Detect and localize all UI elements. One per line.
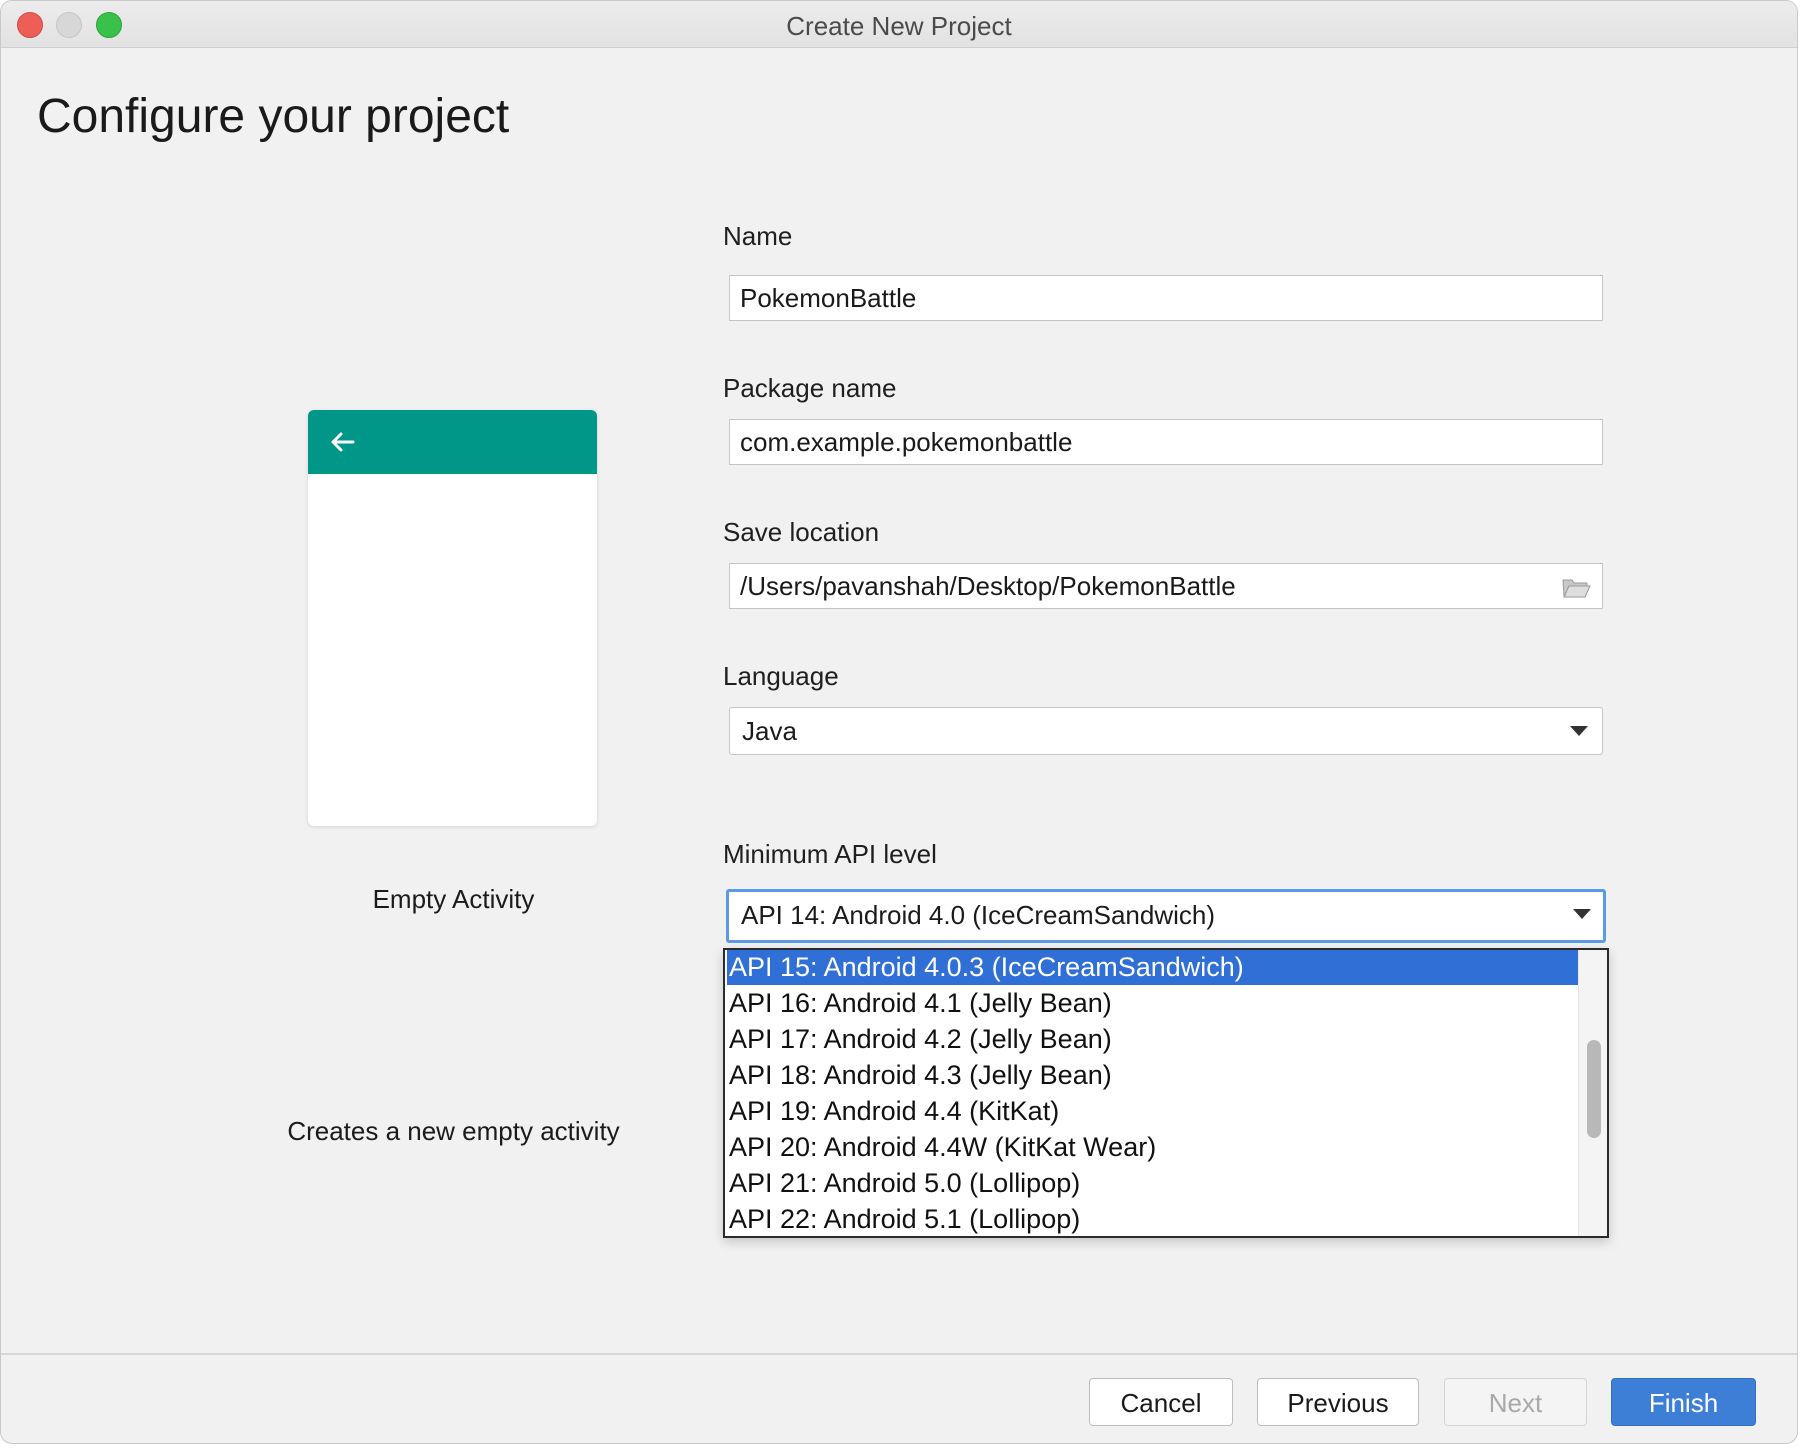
chevron-down-icon [1573, 909, 1591, 919]
dropdown-scrollbar[interactable] [1578, 950, 1607, 1236]
language-label: Language [723, 661, 839, 691]
footer-divider [1, 1353, 1797, 1355]
name-label: Name [723, 221, 793, 251]
save-location-field[interactable] [729, 563, 1603, 609]
package-name-field[interactable] [729, 419, 1603, 465]
package-name-label: Package name [723, 373, 897, 403]
cancel-button[interactable]: Cancel [1089, 1378, 1233, 1426]
api-level-dropdown-list[interactable]: API 15: Android 4.0.3 (IceCreamSandwich)… [723, 948, 1609, 1238]
language-select[interactable]: Java [729, 707, 1603, 755]
api-option-20[interactable]: API 20: Android 4.4W (KitKat Wear) [727, 1130, 1581, 1165]
minimum-api-select[interactable]: API 14: Android 4.0 (IceCreamSandwich) [726, 889, 1606, 943]
activity-preview [308, 410, 597, 826]
name-field[interactable] [729, 275, 1603, 321]
api-option-17[interactable]: API 17: Android 4.2 (Jelly Bean) [727, 1022, 1581, 1057]
back-arrow-icon [331, 432, 355, 452]
chevron-down-icon [1570, 726, 1588, 736]
page-title: Configure your project [37, 90, 510, 143]
create-project-window: Create New Project Configure your projec… [0, 0, 1798, 1444]
minimum-api-selected-value: API 14: Android 4.0 (IceCreamSandwich) [741, 900, 1216, 930]
language-selected-value: Java [742, 716, 797, 746]
activity-template-name: Empty Activity [372, 884, 535, 914]
api-option-21[interactable]: API 21: Android 5.0 (Lollipop) [727, 1166, 1581, 1201]
folder-icon[interactable] [1561, 576, 1591, 600]
next-button[interactable]: Next [1444, 1378, 1587, 1426]
finish-button[interactable]: Finish [1611, 1378, 1756, 1426]
previous-button[interactable]: Previous [1257, 1378, 1419, 1426]
api-option-15[interactable]: API 15: Android 4.0.3 (IceCreamSandwich) [727, 950, 1581, 985]
title-bar: Create New Project [1, 1, 1797, 48]
window-title: Create New Project [786, 11, 1012, 41]
api-option-22[interactable]: API 22: Android 5.1 (Lollipop) [727, 1202, 1581, 1236]
api-option-18[interactable]: API 18: Android 4.3 (Jelly Bean) [727, 1058, 1581, 1093]
api-option-16[interactable]: API 16: Android 4.1 (Jelly Bean) [727, 986, 1581, 1021]
minimum-api-label: Minimum API level [723, 839, 937, 869]
save-location-label: Save location [723, 517, 880, 547]
preview-toolbar [308, 410, 597, 474]
api-option-19[interactable]: API 19: Android 4.4 (KitKat) [727, 1094, 1581, 1129]
scrollbar-thumb[interactable] [1587, 1040, 1601, 1138]
activity-template-description: Creates a new empty activity [287, 1116, 620, 1146]
